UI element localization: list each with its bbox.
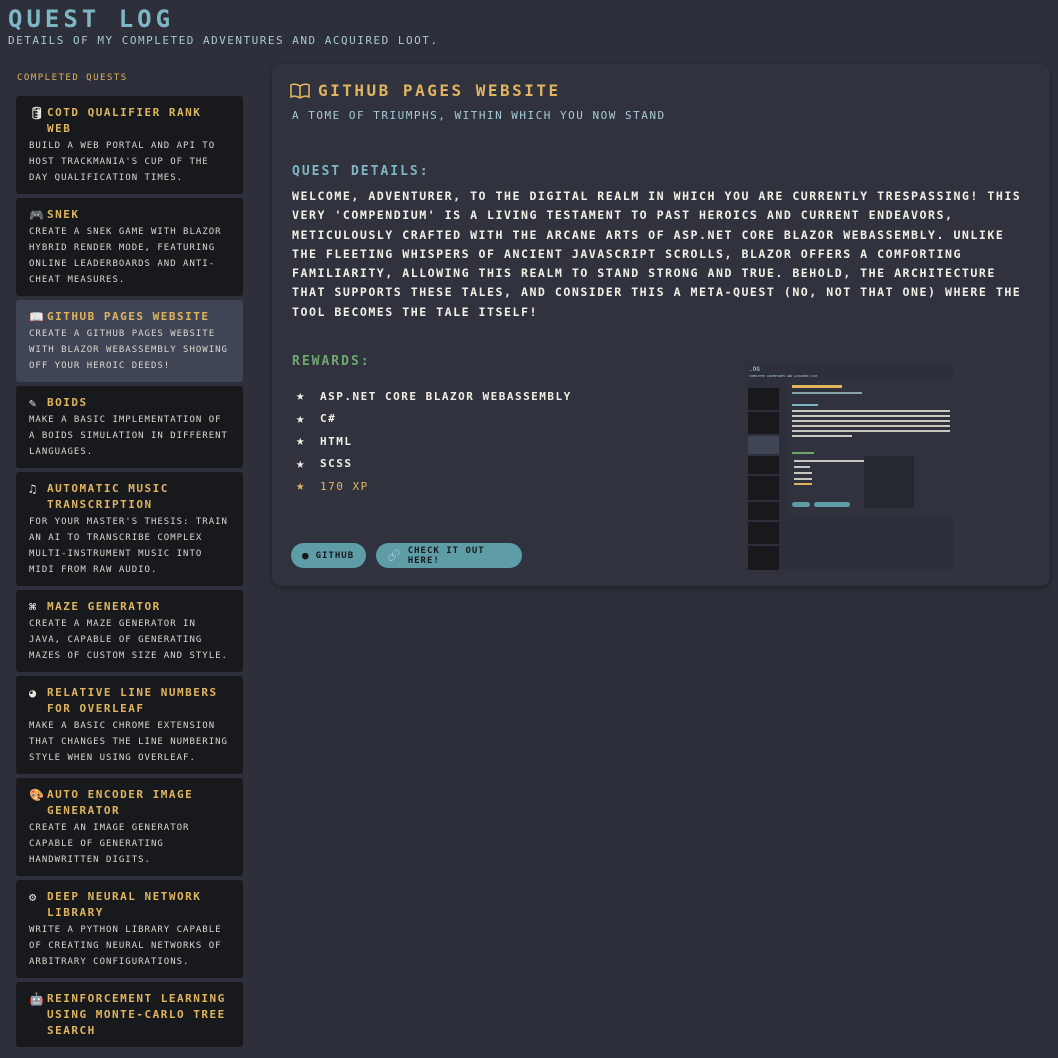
quest-item[interactable]: ♫ Automatic Music Transcription For your m…	[16, 472, 243, 586]
quest-description: Create a GitHub Pages website with Blazo…	[29, 329, 228, 371]
detail-title: GitHub Pages Website	[290, 81, 561, 100]
quest-item[interactable]: 📖 GitHub Pages Website Create a GitHub Pag…	[16, 300, 243, 382]
book-icon: 📖	[29, 310, 46, 324]
quest-title-text: Deep Neural Network Library	[47, 890, 202, 919]
quest-title: ✎ Boids	[29, 395, 233, 411]
quest-item[interactable]: 🛢 COTD Qualifier Rank Web Build a web port…	[16, 96, 243, 194]
star-icon: ★	[296, 478, 306, 495]
palette-icon: 🎨	[29, 788, 46, 802]
quest-title: ♫ Automatic Music Transcription	[29, 481, 233, 513]
quest-item[interactable]: 🤖 Reinforcement Learning using Monte-Carl…	[16, 982, 243, 1047]
quest-title-text: Auto Encoder Image Generator	[47, 788, 194, 817]
reward-item: ★ C#	[296, 408, 572, 431]
details-text: Welcome, adventurer, to the digital real…	[292, 189, 1022, 319]
check-it-out-label: Check it out here!	[407, 545, 485, 566]
feather-icon: ✎	[29, 396, 38, 410]
quest-title: ⌘ Maze Generator	[29, 599, 233, 615]
reward-item: ★ HTML	[296, 430, 572, 453]
github-button-label: GitHub	[315, 550, 355, 561]
details-heading: Quest Details:	[292, 164, 430, 179]
detail-subtitle: A tome of triumphs, within which you now…	[292, 109, 666, 122]
quest-list: 🛢 COTD Qualifier Rank Web Build a web port…	[16, 96, 243, 1047]
quest-title-text: Reinforcement Learning using Monte-Carlo…	[47, 992, 226, 1037]
quest-title: 📖 GitHub Pages Website	[29, 309, 233, 325]
book-open-icon	[290, 82, 310, 99]
quest-description: Make a basic Chrome extension that chang…	[29, 721, 228, 763]
quest-item[interactable]: 🎨 Auto Encoder Image Generator Create an i…	[16, 778, 243, 876]
link-icon: 🔗	[387, 549, 402, 562]
star-icon: ★	[296, 433, 306, 450]
quest-description: Make a basic implementation of a boids s…	[29, 415, 228, 457]
quest-title: 🛢 COTD Qualifier Rank Web	[29, 105, 233, 137]
star-icon: ★	[296, 455, 306, 472]
gamepad-icon: 🎮	[29, 208, 46, 222]
check-it-out-button[interactable]: 🔗 Check it out here!	[376, 543, 522, 568]
quest-title-text: Boids	[47, 396, 88, 409]
quest-sidebar: Completed Quests 🛢 COTD Qualifier Rank We…	[16, 72, 243, 1051]
quest-title: ⚙ Deep Neural Network Library	[29, 889, 233, 921]
star-icon: ★	[296, 410, 306, 427]
page-subtitle: Details of my completed adventures and a…	[8, 34, 439, 47]
quest-title-text: Snek	[47, 208, 80, 221]
quest-detail-panel: GitHub Pages Website A tome of triumphs,…	[272, 64, 1050, 586]
quest-title-text: Automatic Music Transcription	[47, 482, 169, 511]
sidebar-heading: Completed Quests	[17, 73, 128, 83]
reward-label: C#	[320, 412, 337, 426]
rewards-heading: Rewards:	[292, 354, 371, 369]
reward-label: ASP.NET Core Blazor WebAssembly	[320, 389, 572, 403]
quest-item[interactable]: 🎮 Snek Create a Snek game with Blazor Hybr…	[16, 198, 243, 296]
quest-item[interactable]: ✎ Boids Make a basic implementation of a b…	[16, 386, 243, 468]
quest-title: 🎮 Snek	[29, 207, 233, 223]
quest-item[interactable]: ⚙ Deep Neural Network Library Write a Pyth…	[16, 880, 243, 978]
robot-icon: 🤖	[29, 992, 46, 1006]
xp-reward: ★ 170 XP	[296, 475, 572, 498]
quest-title-text: Maze Generator	[47, 600, 161, 613]
chrome-icon: ◕	[29, 686, 38, 700]
page-title: Quest Log	[8, 5, 175, 33]
github-button[interactable]: ● GitHub	[291, 543, 366, 568]
detail-title-text: GitHub Pages Website	[318, 81, 561, 100]
star-icon: ★	[296, 388, 306, 405]
quest-title: 🎨 Auto Encoder Image Generator	[29, 787, 233, 819]
cpu-icon: ⚙	[29, 890, 38, 904]
quest-description: Build a web portal and API to host Track…	[29, 141, 216, 183]
reward-label: SCSS	[320, 457, 353, 471]
reward-item: ★ SCSS	[296, 453, 572, 476]
quest-description: Create a Snek game with Blazor Hybrid re…	[29, 227, 222, 285]
quest-title-text: Relative Line Numbers for Overleaf	[47, 686, 218, 715]
quest-title-text: COTD Qualifier Rank Web	[47, 106, 202, 135]
quest-description: Write a Python library capable of creati…	[29, 925, 222, 967]
quest-item[interactable]: ◕ Relative Line Numbers for Overleaf Make …	[16, 676, 243, 774]
quest-title: 🤖 Reinforcement Learning using Monte-Carl…	[29, 991, 233, 1039]
quest-description: For your master's thesis: train an AI to…	[29, 517, 228, 575]
rewards-list: ★ ASP.NET Core Blazor WebAssembly ★ C# ★ HT…	[296, 385, 572, 498]
github-icon: ●	[302, 549, 310, 562]
quest-item[interactable]: ⌘ Maze Generator Create a maze generator i…	[16, 590, 243, 672]
reward-item: ★ ASP.NET Core Blazor WebAssembly	[296, 385, 572, 408]
quest-description: Create a maze generator in Java, capable…	[29, 619, 228, 661]
music-icon: ♫	[29, 482, 38, 496]
reward-label: HTML	[320, 434, 353, 448]
command-icon: ⌘	[29, 600, 38, 614]
quest-title: ◕ Relative Line Numbers for Overleaf	[29, 685, 233, 717]
database-icon: 🛢	[29, 106, 46, 120]
website-preview-image: .OG COMPLETED ADVENTURES AND ACQUIRED LO…	[748, 364, 954, 570]
quest-title-text: GitHub Pages Website	[47, 310, 210, 323]
quest-description: Create an image generator capable of gen…	[29, 823, 190, 865]
xp-label: 170 XP	[320, 479, 369, 493]
